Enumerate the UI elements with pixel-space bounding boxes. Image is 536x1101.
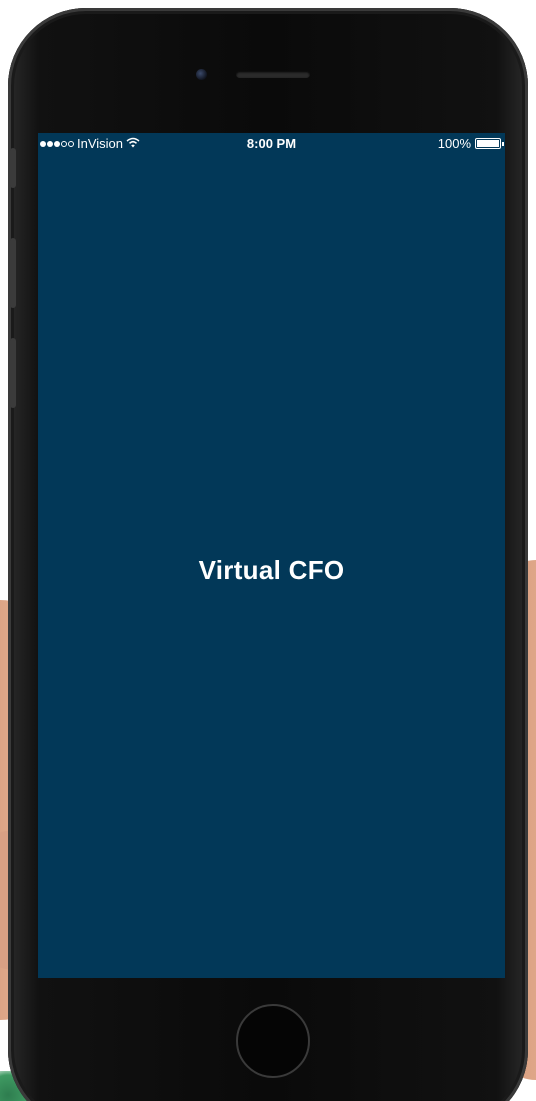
status-right: 100%: [437, 136, 504, 151]
app-title: Virtual CFO: [198, 555, 345, 585]
mute-switch: [10, 148, 16, 188]
volume-up-button: [10, 238, 16, 308]
battery-fill: [477, 140, 499, 147]
volume-down-button: [10, 338, 16, 408]
battery-percent: 100%: [437, 136, 471, 151]
status-time: 8:00 PM: [246, 136, 297, 151]
mockup-stage: InVision 8:00 PM 100% Virtual CFO: [0, 0, 536, 1101]
earpiece-speaker-icon: [236, 71, 310, 78]
front-camera-icon: [196, 69, 207, 80]
battery-icon: [475, 138, 504, 149]
app-screen[interactable]: InVision 8:00 PM 100% Virtual CFO: [38, 133, 505, 978]
status-bar: InVision 8:00 PM 100%: [38, 133, 505, 155]
home-button[interactable]: [236, 1004, 310, 1078]
battery-tip: [502, 142, 504, 146]
